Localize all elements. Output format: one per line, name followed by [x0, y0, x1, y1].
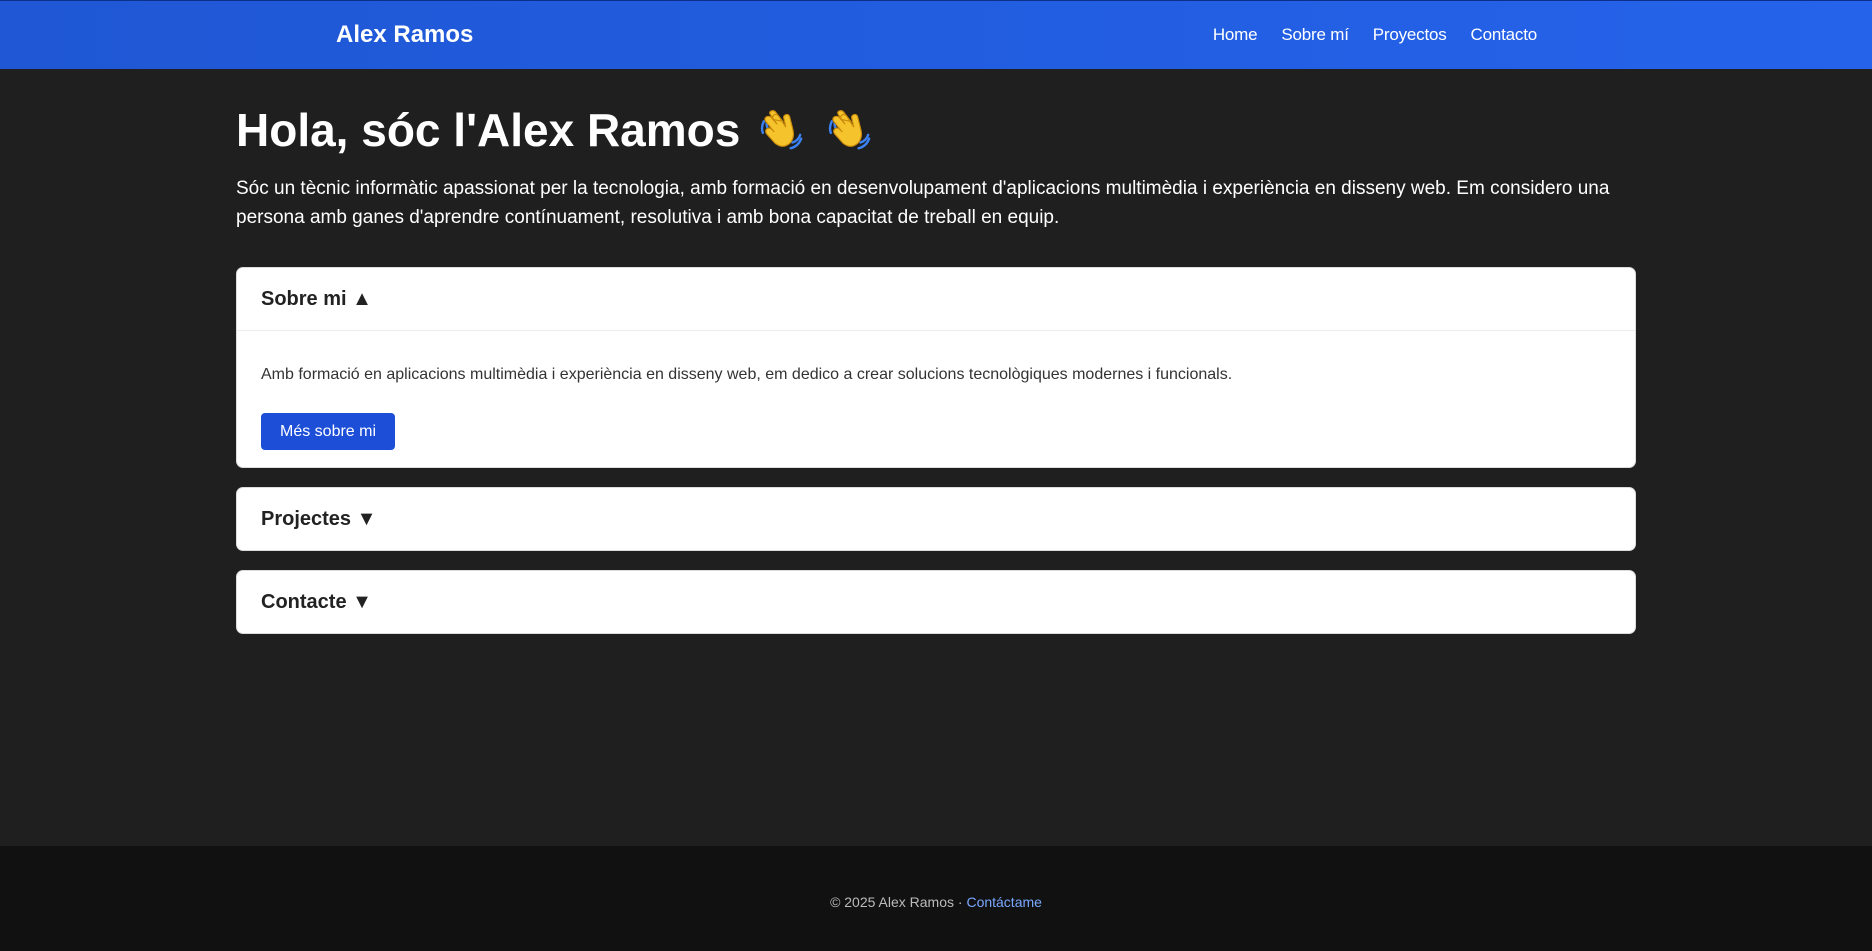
accordion-header-sobre-mi[interactable]: Sobre mi ▲	[237, 268, 1635, 330]
footer: © 2025 Alex Ramos · Contáctame	[0, 846, 1872, 951]
footer-copyright: © 2025 Alex Ramos ·	[830, 894, 967, 910]
hero-heading: Hola, sóc l'Alex Ramos	[236, 104, 1636, 156]
footer-contact-link[interactable]: Contáctame	[966, 894, 1041, 910]
nav-link-sobre-mi[interactable]: Sobre mí	[1281, 25, 1349, 45]
nav-link-proyectos[interactable]: Proyectos	[1373, 25, 1447, 45]
main-content: Hola, sóc l'Alex Ramos Sóc un tècnic inf…	[236, 69, 1636, 634]
brand-logo-link[interactable]: Alex Ramos	[336, 21, 473, 49]
nav-links: Home Sobre mí Proyectos Contacto	[1213, 25, 1537, 45]
waving-hand-icon	[829, 110, 871, 150]
waving-hand-icon	[761, 110, 803, 150]
sobre-mi-text: Amb formació en aplicacions multimèdia i…	[261, 366, 1233, 383]
accordion-header-projectes[interactable]: Projectes ▼	[237, 488, 1635, 550]
accordion-body-sobre-mi: Amb formació en aplicacions multimèdia i…	[237, 330, 1635, 467]
nav-link-contacto[interactable]: Contacto	[1471, 25, 1538, 45]
accordion-projectes: Projectes ▼	[236, 487, 1636, 551]
accordion-sobre-mi: Sobre mi ▲ Amb formació en aplicacions m…	[236, 267, 1636, 468]
accordion-contacte: Contacte ▼	[236, 570, 1636, 634]
navbar: Alex Ramos Home Sobre mí Proyectos Conta…	[0, 0, 1872, 69]
footer-line: © 2025 Alex Ramos · Contáctame	[0, 894, 1872, 910]
mes-sobre-mi-button[interactable]: Més sobre mi	[261, 413, 396, 450]
nav-link-home[interactable]: Home	[1213, 25, 1258, 45]
hero-title-text: Hola, sóc l'Alex Ramos	[236, 104, 741, 156]
accordion-header-contacte[interactable]: Contacte ▼	[237, 571, 1635, 633]
hero-intro-text: Sóc un tècnic informàtic apassionat per …	[236, 178, 1610, 228]
